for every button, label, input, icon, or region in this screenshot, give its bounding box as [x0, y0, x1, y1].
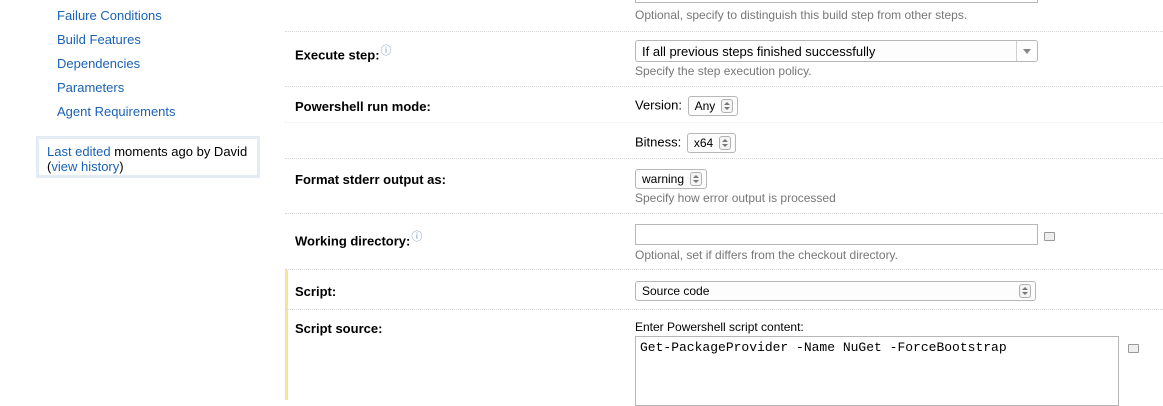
paren-close: ): [119, 159, 124, 174]
script-source-editor[interactable]: Get-PackageProvider -Name NuGet -ForceBo…: [635, 336, 1119, 406]
stderr-format-note: Specify how error output is processed: [635, 191, 836, 205]
stepper-icon: [1019, 284, 1031, 298]
sidebar-link[interactable]: Build Features: [57, 32, 141, 47]
last-edited-box: Last edited moments ago by David (view h…: [36, 136, 260, 178]
script-source-label: Script source:: [295, 321, 383, 336]
bitness-label: Bitness:: [635, 134, 682, 150]
sidebar-item-agent-requirements[interactable]: Agent Requirements: [57, 102, 176, 126]
row-powershell-bitness: Bitness: x64: [285, 123, 1163, 159]
row-powershell-version: Powershell run mode: Version: Any: [285, 87, 1163, 123]
row-stderr-format: Format stderr output as: warning Specify…: [285, 159, 1163, 214]
sidebar-link[interactable]: Agent Requirements: [57, 104, 176, 119]
powershell-run-mode-label: Powershell run mode:: [295, 99, 431, 114]
sidebar: Failure Conditions Build Features Depend…: [0, 0, 275, 400]
version-label: Version:: [635, 97, 682, 113]
sidebar-link[interactable]: Failure Conditions: [57, 8, 162, 23]
expand-editor-icon[interactable]: [1128, 344, 1139, 353]
working-directory-note: Optional, set if differs from the checko…: [635, 248, 899, 262]
stderr-format-value: warning: [642, 171, 685, 186]
expand-editor-icon[interactable]: [1044, 232, 1055, 241]
stepper-icon: [690, 172, 703, 186]
sidebar-item-failure-conditions[interactable]: Failure Conditions: [57, 6, 176, 30]
execute-step-note: Specify the step execution policy.: [635, 64, 812, 78]
working-directory-label: Working directory:: [295, 233, 411, 249]
build-step-form: Optional, specify to distinguish this bu…: [285, 0, 1163, 406]
stderr-format-label: Format stderr output as:: [295, 172, 446, 187]
stepper-icon: [719, 136, 732, 150]
sidebar-item-build-features[interactable]: Build Features: [57, 30, 176, 54]
row-script-source: Script source: Enter Powershell script c…: [285, 310, 1163, 406]
sidebar-link[interactable]: Parameters: [57, 80, 124, 95]
execute-step-value: If all previous steps finished successfu…: [642, 43, 876, 59]
working-directory-input[interactable]: [635, 224, 1038, 245]
dropdown-arrow-icon: [1016, 41, 1037, 61]
step-name-note: Optional, specify to distinguish this bu…: [635, 8, 968, 22]
stderr-format-select[interactable]: warning: [635, 169, 708, 189]
row-working-directory: Working directory:ⓘ Optional, set if dif…: [285, 214, 1163, 270]
script-source-prompt: Enter Powershell script content:: [635, 320, 804, 334]
step-name-input-edge[interactable]: [635, 0, 1038, 3]
last-edited-link[interactable]: Last edited: [47, 144, 111, 159]
script-type-value: Source code: [642, 283, 710, 298]
sidebar-link[interactable]: Dependencies: [57, 56, 140, 71]
stepper-icon: [721, 99, 734, 113]
help-icon[interactable]: ⓘ: [411, 231, 422, 243]
execute-step-select[interactable]: If all previous steps finished successfu…: [635, 40, 1038, 62]
row-step-name: Optional, specify to distinguish this bu…: [285, 0, 1163, 32]
view-history-link[interactable]: view history: [51, 159, 119, 174]
sidebar-item-parameters[interactable]: Parameters: [57, 78, 176, 102]
execute-step-label: Execute step:: [295, 47, 380, 63]
sidebar-nav: Failure Conditions Build Features Depend…: [57, 6, 176, 126]
row-execute-step: Execute step:ⓘ If all previous steps fin…: [285, 32, 1163, 87]
sidebar-item-dependencies[interactable]: Dependencies: [57, 54, 176, 78]
bitness-select[interactable]: x64: [686, 133, 737, 153]
last-edited-text: moments ago by David: [110, 144, 248, 159]
version-value: Any: [694, 98, 716, 113]
version-select[interactable]: Any: [687, 96, 739, 116]
script-label: Script:: [295, 284, 337, 299]
help-icon[interactable]: ⓘ: [381, 45, 392, 57]
script-type-select[interactable]: Source code: [635, 281, 1036, 301]
row-script: Script: Source code: [285, 270, 1163, 310]
bitness-value: x64: [693, 135, 714, 150]
